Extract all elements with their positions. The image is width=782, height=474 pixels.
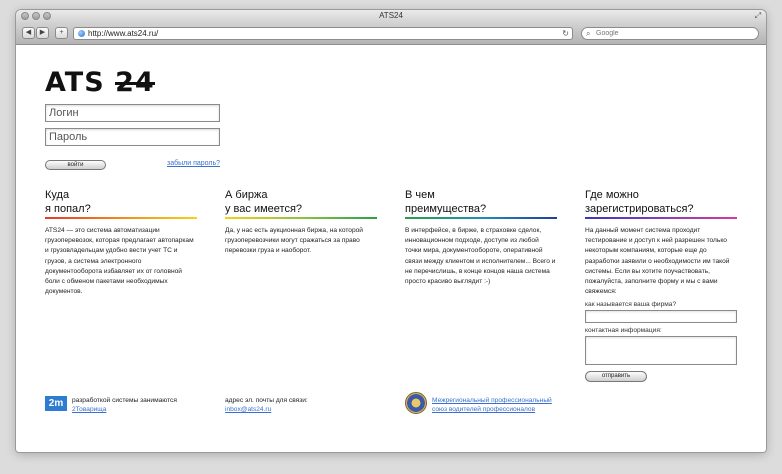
back-arrow-icon: ◀ bbox=[25, 29, 32, 36]
heading-line-1: Куда bbox=[45, 189, 70, 201]
column-heading: В чем преимущества? bbox=[405, 188, 557, 216]
column-exchange: А биржа у вас имеется? Да, у нас есть аук… bbox=[225, 188, 377, 257]
reload-icon[interactable]: ↻ bbox=[562, 28, 569, 39]
plus-icon: + bbox=[59, 29, 64, 36]
column-register: Где можно зарегистрироваться? На данный м… bbox=[585, 188, 737, 383]
title-bar: ATS24 ⤢ bbox=[16, 10, 766, 23]
union-link-block: Межрегиональный профессиональный союз во… bbox=[432, 396, 552, 414]
logo-number: 24 bbox=[115, 67, 155, 98]
browser-toolbar: ◀ ▶ + http://www.ats24.ru/ ↻ ⌕ bbox=[16, 23, 766, 45]
contact-email: адрес эл. почты для связи: inbox@ats24.r… bbox=[225, 396, 308, 414]
site-logo[interactable]: ATS 24 bbox=[45, 68, 155, 98]
heading-line-2: зарегистрироваться? bbox=[585, 203, 694, 215]
password-input[interactable] bbox=[45, 128, 220, 146]
developer-logo[interactable]: 2m bbox=[45, 396, 67, 411]
heading-line-2: преимущества? bbox=[405, 203, 487, 215]
login-button[interactable]: войти bbox=[45, 160, 106, 170]
forgot-password-link[interactable]: забыли пароль? bbox=[167, 160, 220, 167]
color-rule bbox=[225, 217, 377, 219]
logo-text: ATS bbox=[45, 67, 105, 98]
heading-line-1: А биржа bbox=[225, 189, 268, 201]
developer-credit: разработкой системы занимаются 2Товарища bbox=[72, 396, 177, 414]
browser-window: ATS24 ⤢ ◀ ▶ + http://www.ats24.ru/ ↻ ⌕ A… bbox=[16, 10, 766, 452]
search-icon[interactable]: ⌕ bbox=[586, 28, 590, 39]
column-text: На данный момент система проходит тестир… bbox=[585, 227, 730, 296]
column-where: Куда я попал? ATS24 — это система автомат… bbox=[45, 188, 197, 297]
union-emblem-icon[interactable] bbox=[405, 392, 427, 414]
column-heading: А биржа у вас имеется? bbox=[225, 188, 377, 216]
window-title: ATS24 bbox=[379, 11, 403, 20]
search-input[interactable] bbox=[596, 29, 746, 38]
search-bar[interactable]: ⌕ bbox=[581, 27, 759, 40]
fullscreen-icon[interactable]: ⤢ bbox=[754, 12, 762, 20]
forward-arrow-icon: ▶ bbox=[39, 29, 46, 36]
developer-link[interactable]: 2Товарища bbox=[72, 406, 106, 413]
column-heading: Где можно зарегистрироваться? bbox=[585, 188, 737, 216]
union-link-line-1[interactable]: Межрегиональный профессиональный bbox=[432, 397, 552, 404]
contact-label: контактная информация: bbox=[585, 327, 662, 335]
login-input[interactable] bbox=[45, 104, 220, 122]
email-label: адрес эл. почты для связи: bbox=[225, 397, 308, 404]
heading-line-2: у вас имеется? bbox=[225, 203, 303, 215]
color-rule bbox=[585, 217, 737, 219]
color-rule bbox=[45, 217, 197, 219]
union-link-line-2[interactable]: союз водителей профессионалов bbox=[432, 406, 535, 413]
send-button[interactable]: отправить bbox=[585, 371, 647, 383]
add-bookmark-button[interactable]: + bbox=[55, 27, 68, 39]
column-text: В интерфейсе, в бирже, в страховке сдело… bbox=[405, 227, 556, 286]
email-link[interactable]: inbox@ats24.ru bbox=[225, 406, 271, 413]
column-heading: Куда я попал? bbox=[45, 188, 197, 216]
forward-button[interactable]: ▶ bbox=[36, 27, 49, 39]
address-bar[interactable]: http://www.ats24.ru/ ↻ bbox=[73, 27, 573, 40]
color-rule bbox=[405, 217, 557, 219]
globe-icon bbox=[78, 30, 85, 37]
contact-textarea[interactable] bbox=[585, 336, 737, 366]
column-text: ATS24 — это система автоматизации грузоп… bbox=[45, 227, 194, 296]
column-text: Да, у нас есть аукционная биржа, на кото… bbox=[225, 227, 363, 255]
back-button[interactable]: ◀ bbox=[22, 27, 35, 39]
address-url[interactable]: http://www.ats24.ru/ bbox=[88, 28, 158, 39]
page-content: ATS 24 войти забыли пароль? Куда я попал?… bbox=[16, 46, 766, 452]
company-label: как называется ваша фирма? bbox=[585, 301, 677, 309]
heading-line-1: В чем bbox=[405, 189, 435, 201]
heading-line-2: я попал? bbox=[45, 203, 91, 215]
column-advantages: В чем преимущества? В интерфейсе, в бирже… bbox=[405, 188, 557, 287]
company-input[interactable] bbox=[585, 310, 737, 324]
heading-line-1: Где можно bbox=[585, 189, 639, 201]
developer-text: разработкой системы занимаются bbox=[72, 397, 177, 404]
